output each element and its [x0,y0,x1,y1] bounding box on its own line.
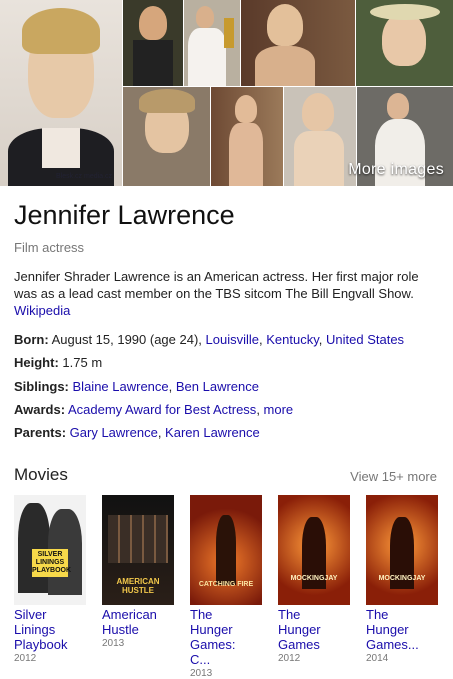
fact-awards: Awards: Academy Award for Best Actress, … [14,402,294,417]
movie-year: 2013 [190,668,213,679]
movie-title[interactable]: The Hunger Games [278,607,350,652]
parent-link[interactable]: Karen Lawrence [165,425,260,440]
poster-title: SILVER LININGS PLAYBOOK [32,549,71,577]
movie-poster[interactable]: AMERICAN HUSTLE [102,495,174,605]
title-line: Games: [190,637,236,652]
title-line: The [366,607,389,622]
gallery-photo-8[interactable] [284,87,356,186]
fact-label: Siblings: [14,379,69,394]
fact-parents: Parents: Gary Lawrence, Karen Lawrence [14,425,260,440]
movie-title[interactable]: The Hunger Games: C... [190,607,262,667]
movie-title[interactable]: The Hunger Games... [366,607,438,652]
title-line: Playbook [14,637,68,652]
gallery-photo-3[interactable] [184,0,240,86]
fact-label: Height: [14,355,59,370]
fact-label: Awards: [14,402,66,417]
poster-title: MOCKINGJAY [378,575,426,582]
parent-link[interactable]: Gary Lawrence [70,425,158,440]
movie-card[interactable]: SILVER LININGS PLAYBOOK Silver Linings Pla… [14,495,86,664]
entity-name: Jennifer Lawrence [14,200,235,230]
born-link-city[interactable]: Louisville [206,332,259,347]
title-line: Games... [366,637,419,652]
movie-year: 2012 [278,653,301,664]
movies-heading: Movies [14,465,68,484]
movie-poster[interactable]: MOCKINGJAY [366,495,438,605]
awards-more-link[interactable]: more [264,402,294,417]
gallery-photo-5[interactable] [356,0,453,86]
poster-title: AMERICAN HUSTLE [116,577,160,595]
movie-poster[interactable]: CATCHING FIRE [190,495,262,605]
title-line: American [102,607,157,622]
sibling-link[interactable]: Ben Lawrence [176,379,259,394]
title-line: The [278,607,301,622]
more-images-link[interactable]: More images [348,161,444,179]
fact-siblings: Siblings: Blaine Lawrence, Ben Lawrence [14,379,259,394]
gallery-photo-4[interactable] [241,0,355,86]
entity-description: Jennifer Shrader Lawrence is an American… [14,268,439,319]
watermark: Blesk.cz media.cz [56,173,113,180]
fact-label: Born: [14,332,49,347]
poster-title: CATCHING FIRE [198,581,254,588]
title-line: Hunger [190,622,233,637]
title-line: Hustle [102,622,139,637]
gallery-photo-6[interactable] [123,87,210,186]
entity-subtitle: Film actress [14,240,85,255]
title-line: C... [190,652,211,667]
gallery-photo-7[interactable] [211,87,283,186]
gallery-photo-2[interactable] [123,0,183,86]
fact-label: Parents: [14,425,67,440]
title-line: Silver [14,607,47,622]
born-link-country[interactable]: United States [326,332,404,347]
movie-title[interactable]: American Hustle [102,607,174,637]
view-more-movies-link[interactable]: View 15+ more [350,469,437,484]
movie-year: 2014 [366,653,389,664]
description-text: Jennifer Shrader Lawrence is an American… [14,269,419,301]
fact-height: Height: 1.75 m [14,355,102,370]
movie-card[interactable]: AMERICAN HUSTLE American Hustle 2013 [102,495,174,649]
title-line: Games [278,637,320,652]
born-date: August 15, 1990 (age 24), [51,332,202,347]
movie-card[interactable]: MOCKINGJAY The Hunger Games... 2014 [366,495,438,664]
movie-card[interactable]: CATCHING FIRE The Hunger Games: C... 2013 [190,495,262,679]
title-line: Hunger [366,622,409,637]
image-gallery: Blesk.cz media.cz More images [0,0,453,186]
fact-born: Born: August 15, 1990 (age 24), Louisvil… [14,332,405,347]
poster-title: MOCKINGJAY [290,575,338,582]
movie-year: 2012 [14,653,37,664]
height-value: 1.75 m [62,355,103,370]
award-link[interactable]: Academy Award for Best Actress [68,402,256,417]
movie-poster[interactable]: SILVER LININGS PLAYBOOK [14,495,86,605]
movie-card[interactable]: MOCKINGJAY The Hunger Games 2012 [278,495,350,664]
sibling-link[interactable]: Blaine Lawrence [73,379,169,394]
born-link-state[interactable]: Kentucky [266,332,319,347]
gallery-photo-main[interactable]: Blesk.cz media.cz [0,0,122,186]
movie-poster[interactable]: MOCKINGJAY [278,495,350,605]
title-line: The [190,607,213,622]
title-line: Hunger [278,622,321,637]
movie-year: 2013 [102,638,125,649]
title-line: Linings [14,622,56,637]
movie-title[interactable]: Silver Linings Playbook [14,607,86,652]
wikipedia-link[interactable]: Wikipedia [14,303,70,318]
